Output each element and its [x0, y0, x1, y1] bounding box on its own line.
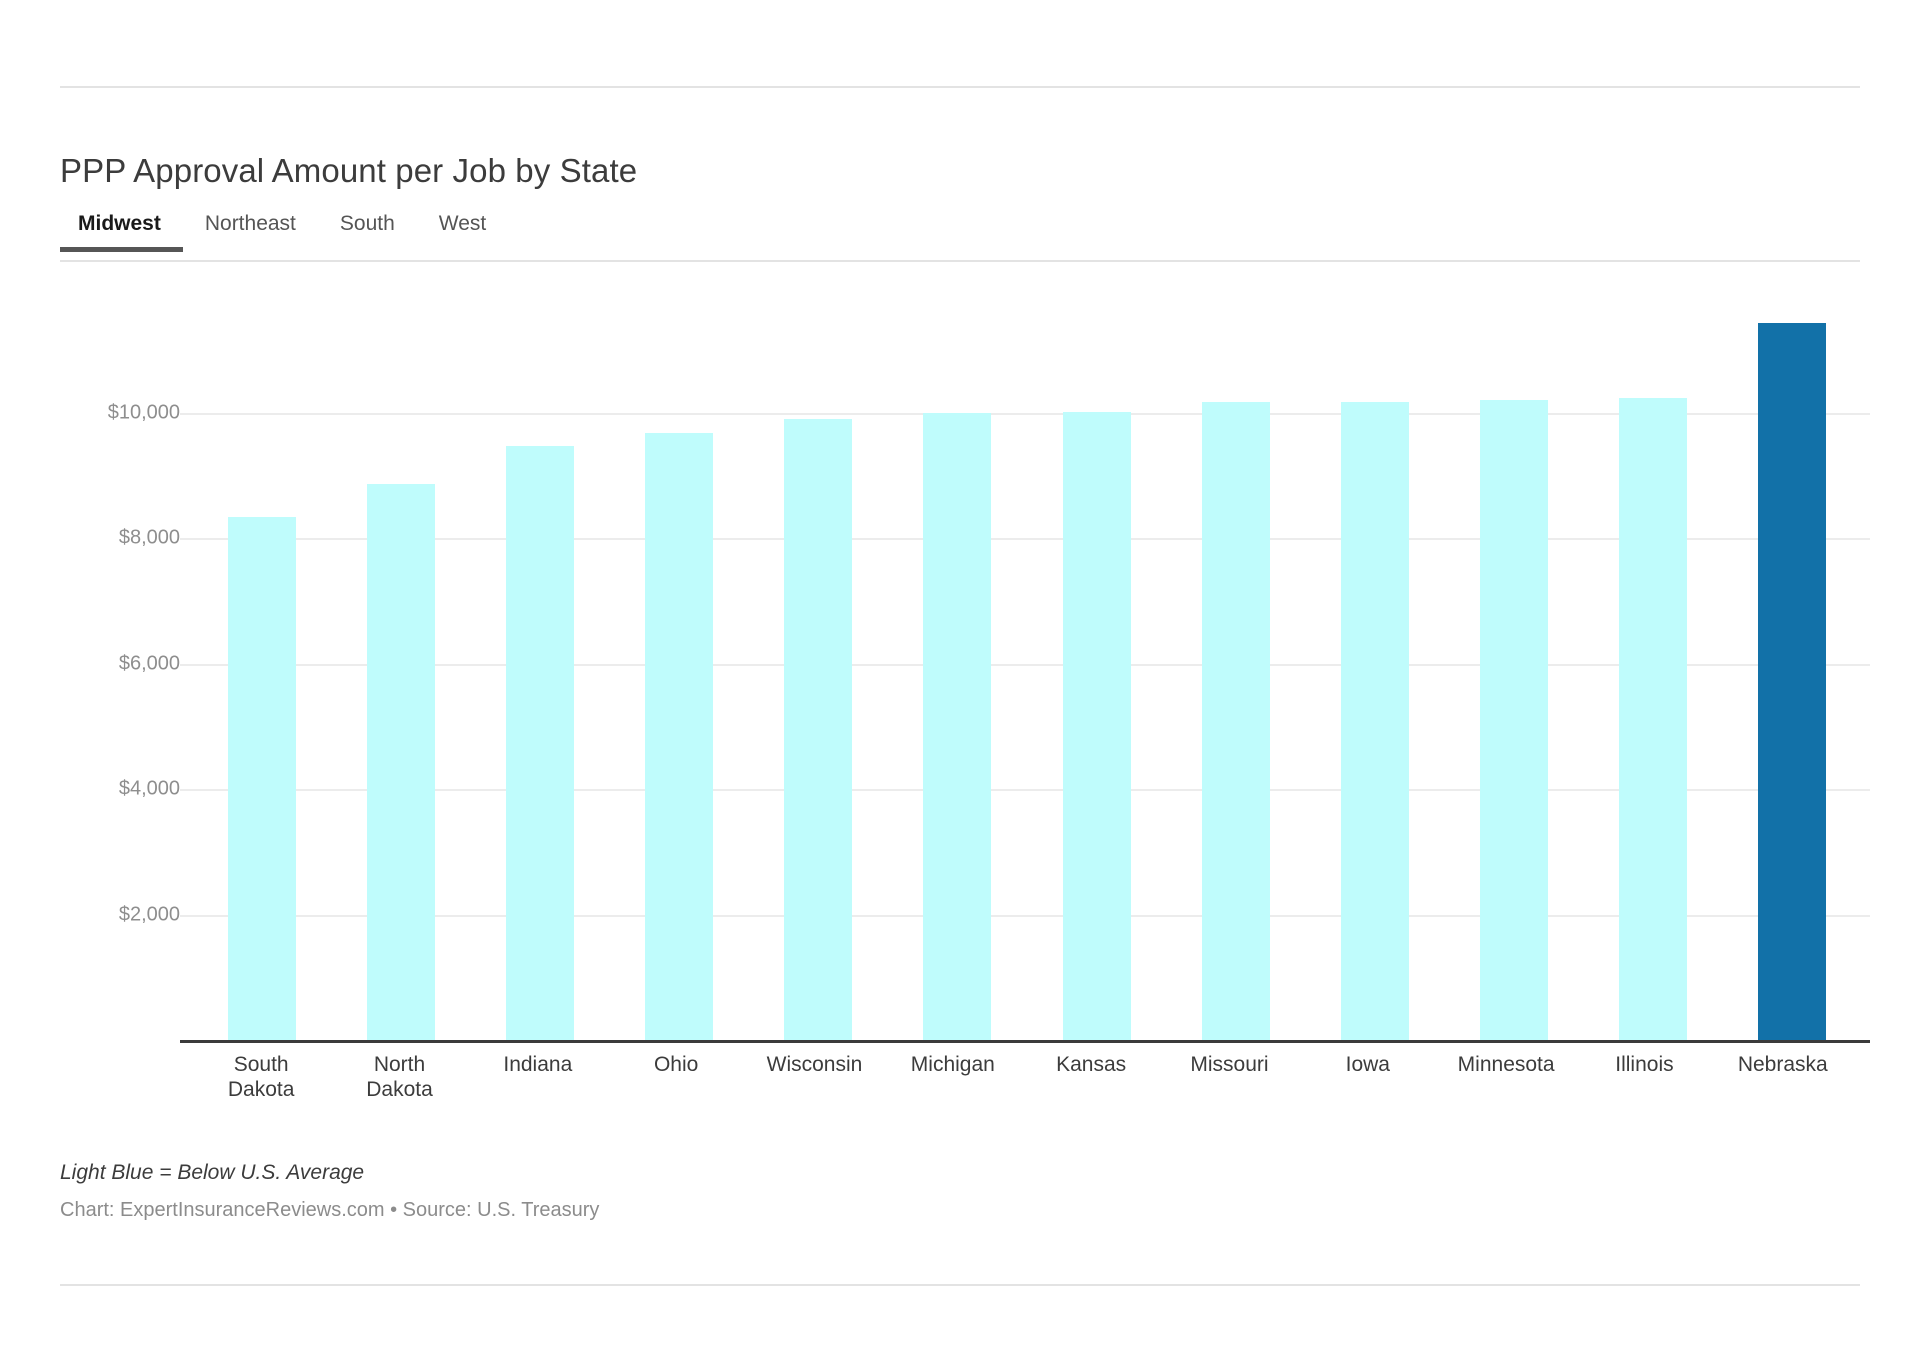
bar-kansas[interactable] [1062, 412, 1131, 1040]
bar-iowa[interactable] [1340, 401, 1409, 1040]
bottom-divider [60, 1284, 1860, 1286]
bar-nebraska[interactable] [1758, 322, 1827, 1040]
x-axis-tick-label-line: Wisconsin [766, 1053, 863, 1076]
y-axis-tick-label: $10,000 [107, 401, 180, 424]
x-axis-tick-label-line: Nebraska [1737, 1053, 1828, 1076]
y-axis-tick-label: $6,000 [118, 652, 180, 675]
x-axis-tick-label-line: Ohio [653, 1053, 699, 1076]
bar-michigan[interactable] [923, 412, 992, 1040]
region-tabs: Midwest Northeast South West [60, 212, 508, 252]
x-axis-tick-label: Illinois [1575, 1052, 1713, 1102]
bar-slot [1166, 300, 1305, 1040]
y-axis-tick-label: $4,000 [118, 777, 180, 800]
x-axis-tick-label: Minnesota [1437, 1052, 1575, 1102]
bar-slot [331, 300, 470, 1040]
bar-slot [470, 300, 609, 1040]
bar-indiana[interactable] [505, 445, 574, 1040]
x-axis-tick-label: North Dakota [330, 1052, 468, 1102]
tab-northeast[interactable]: Northeast [183, 212, 318, 252]
bar-slot [1445, 300, 1584, 1040]
legend-note: Light Blue = Below U.S. Average [60, 1161, 365, 1184]
chart-page: PPP Approval Amount per Job by State Mid… [0, 0, 1920, 1368]
bar-slot [888, 300, 1027, 1040]
bar-slot [1305, 300, 1444, 1040]
bar-slot [1027, 300, 1166, 1040]
y-axis-labels: $2,000 $4,000 $6,000 $8,000 $10,000 [60, 300, 180, 1120]
x-axis-tick-label-line: Kansas [1056, 1053, 1127, 1076]
x-axis-tick-label: Wisconsin [745, 1052, 883, 1102]
x-axis-tick-label: Iowa [1299, 1052, 1437, 1102]
x-axis-labels: South Dakota North Dakota Indiana Ohio Wiscons… [180, 1052, 1860, 1102]
bar-wisconsin[interactable] [784, 419, 853, 1040]
bar-slot [192, 300, 331, 1040]
bar-north-dakota[interactable] [366, 484, 435, 1040]
x-axis-tick-label: Nebraska [1714, 1052, 1852, 1102]
x-axis-tick-label-line: Minnesota [1457, 1053, 1555, 1076]
x-axis-tick-label-line: North [373, 1053, 426, 1076]
x-axis-tick-label-line: Dakota [227, 1078, 295, 1101]
bar-missouri[interactable] [1201, 401, 1270, 1040]
y-axis-tick-label: $8,000 [118, 526, 180, 549]
x-axis-tick-label-line: Michigan [910, 1053, 995, 1076]
x-axis-tick-label-line: Dakota [366, 1078, 433, 1101]
bar-slot [610, 300, 749, 1040]
top-divider [60, 86, 1860, 88]
bar-illinois[interactable] [1619, 397, 1688, 1040]
tabs-divider [60, 260, 1860, 262]
x-axis-tick-label: Indiana [469, 1052, 607, 1102]
tab-midwest[interactable]: Midwest [60, 212, 183, 252]
bar-slot [1723, 300, 1862, 1040]
x-axis-line [180, 1040, 1870, 1043]
x-axis-tick-label: Kansas [1022, 1052, 1160, 1102]
chart-credit: Chart: ExpertInsuranceReviews.com • Sour… [60, 1199, 600, 1221]
bar-ohio[interactable] [645, 432, 714, 1040]
bar-minnesota[interactable] [1480, 400, 1549, 1040]
page-title: PPP Approval Amount per Job by State [60, 152, 638, 189]
x-axis-tick-label: Michigan [884, 1052, 1022, 1102]
bar-slot [749, 300, 888, 1040]
tab-south[interactable]: South [318, 212, 417, 252]
x-axis-tick-label: South Dakota [192, 1052, 330, 1102]
bar-south-dakota[interactable] [227, 516, 296, 1040]
x-axis-tick-label-line: South [233, 1053, 289, 1076]
x-axis-tick-label-line: Iowa [1345, 1053, 1390, 1076]
x-axis-tick-label: Missouri [1160, 1052, 1298, 1102]
bar-slot [1584, 300, 1723, 1040]
bar-chart-plot: $2,000 $4,000 $6,000 $8,000 $10,000 [60, 300, 1870, 1120]
y-axis-tick-label: $2,000 [118, 903, 180, 926]
tab-west[interactable]: West [417, 212, 508, 252]
x-axis-tick-label-line: Indiana [503, 1053, 573, 1076]
x-axis-tick-label-line: Illinois [1615, 1053, 1674, 1076]
bar-series [180, 300, 1870, 1040]
x-axis-tick-label: Ohio [607, 1052, 745, 1102]
x-axis-tick-label-line: Missouri [1190, 1053, 1269, 1076]
